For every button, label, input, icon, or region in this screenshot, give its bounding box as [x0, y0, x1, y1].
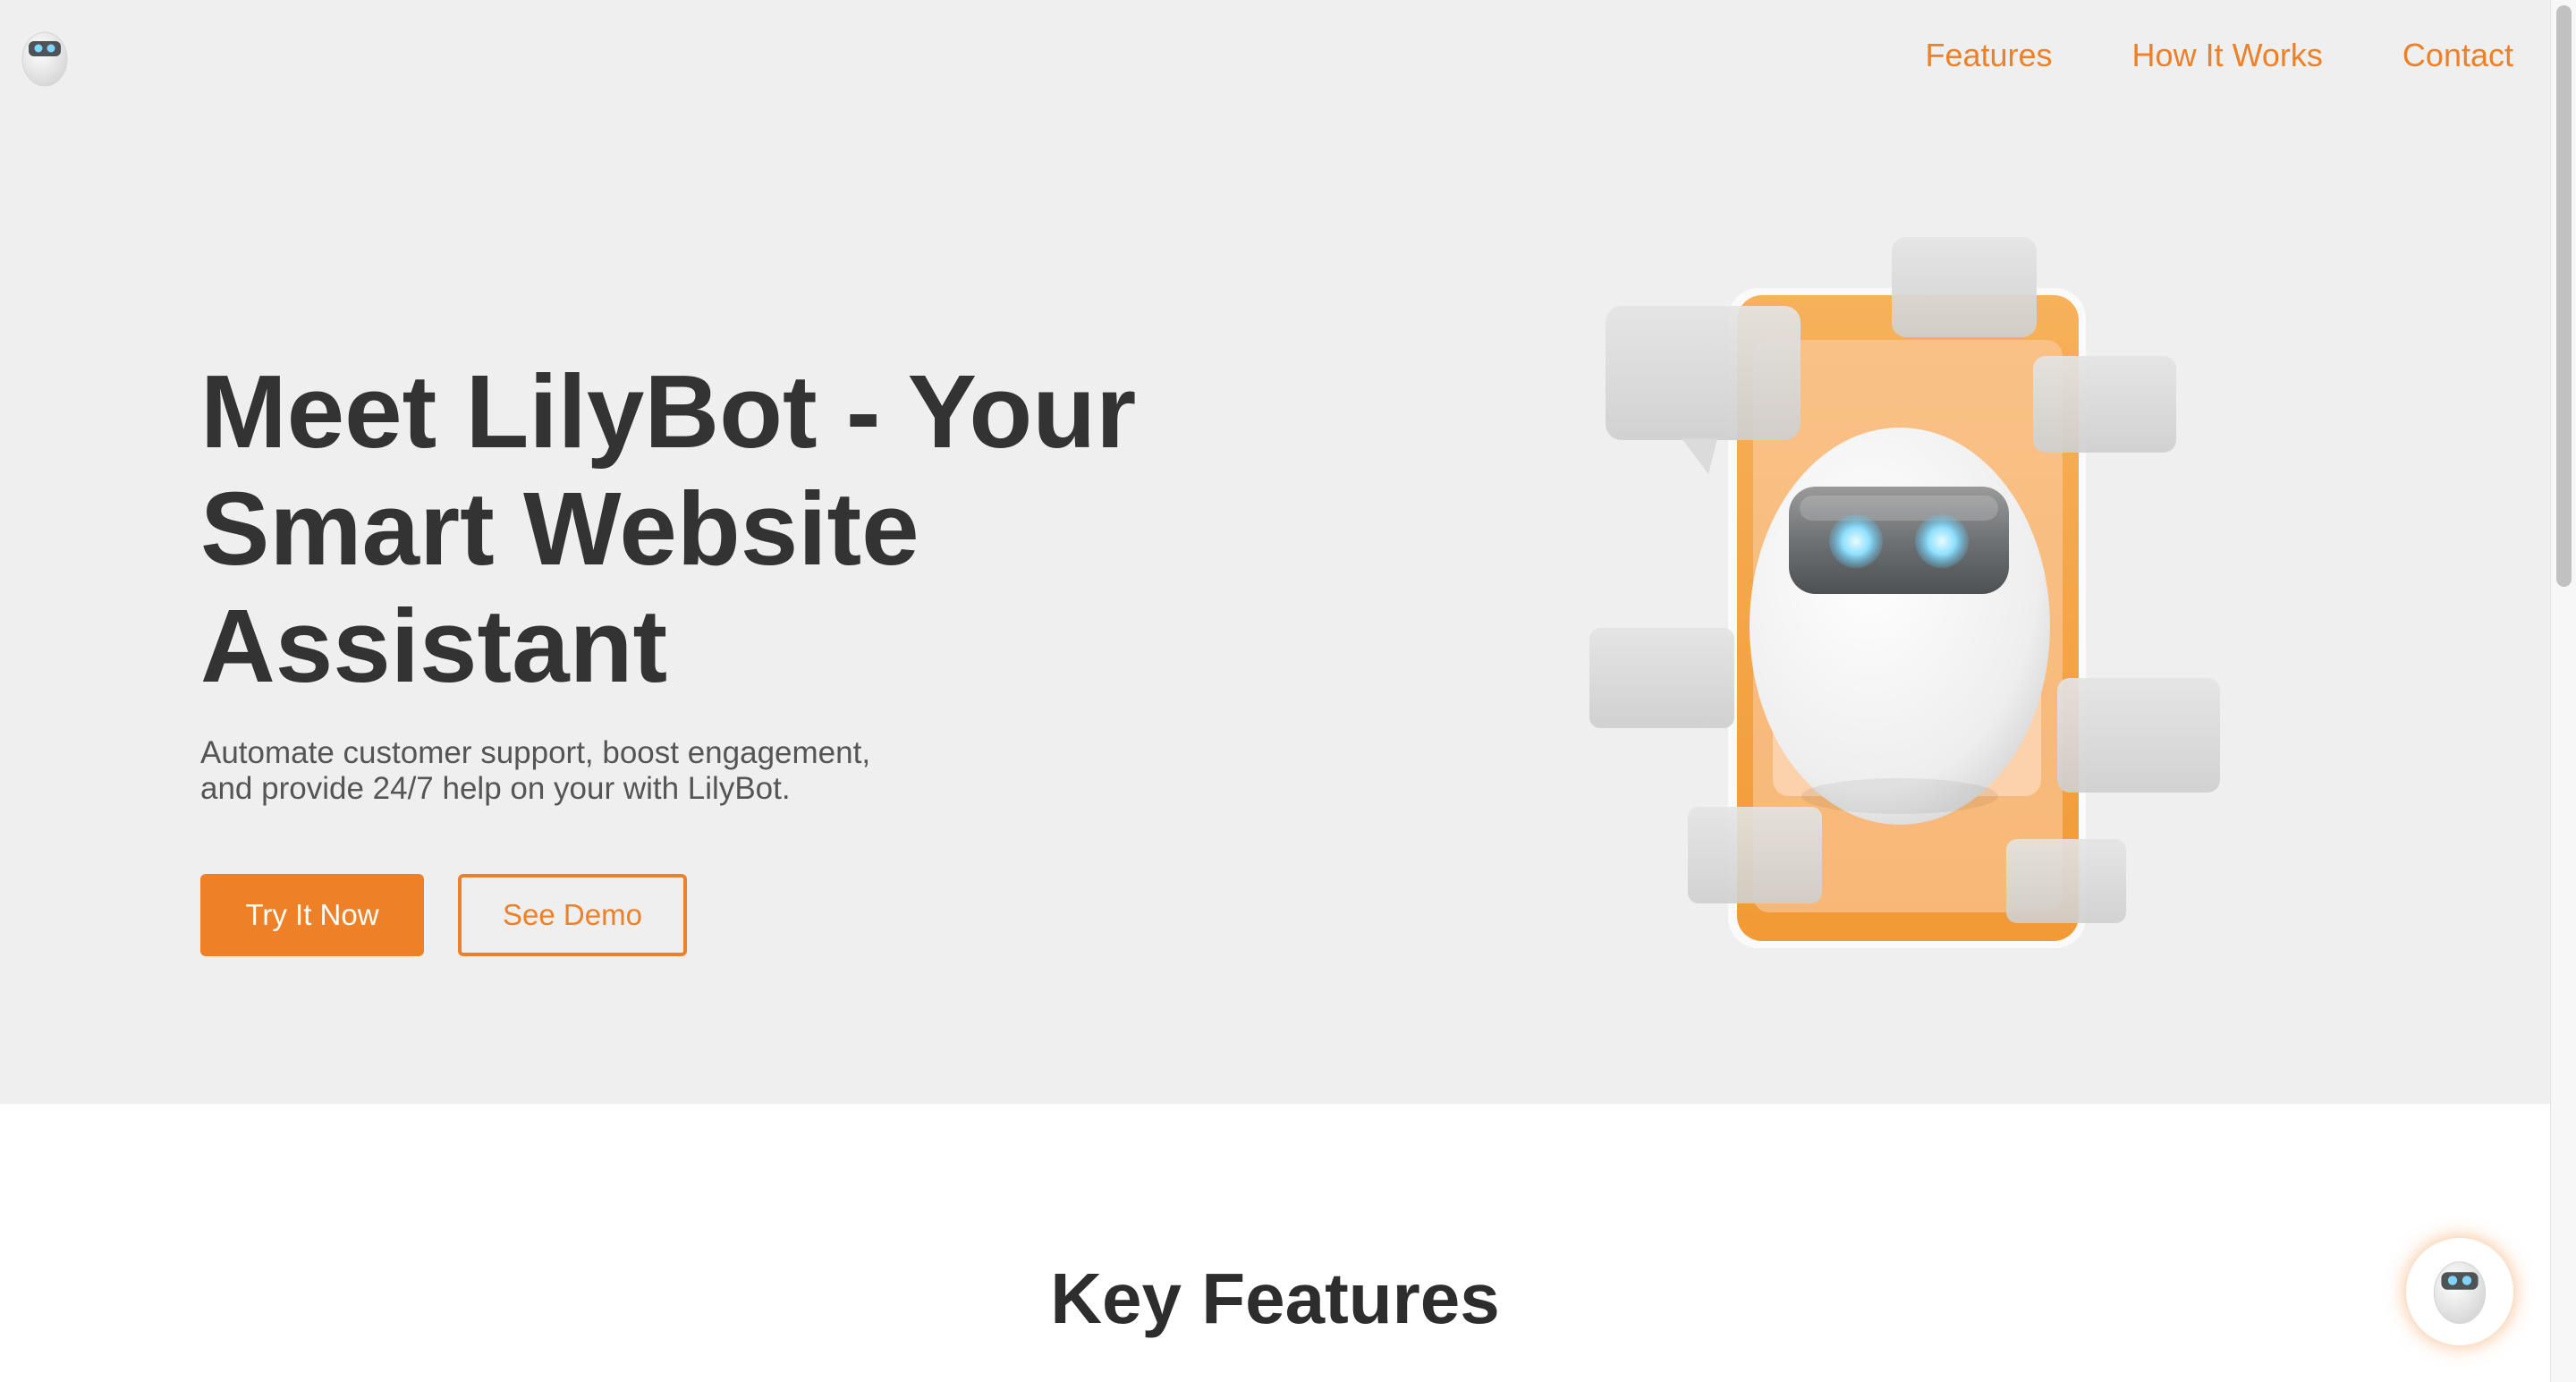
nav-link-contact[interactable]: Contact: [2402, 32, 2513, 79]
hero-section: Meet LilyBot - Your Smart Website Assist…: [0, 0, 2550, 1104]
page-scrollbar[interactable]: [2550, 0, 2576, 1382]
landing-page: Meet LilyBot - Your Smart Website Assist…: [0, 0, 2576, 1382]
main-nav: Features How It Works Contact: [1925, 32, 2513, 79]
robot-phone-illustration: [1589, 237, 2220, 948]
see-demo-button[interactable]: See Demo: [458, 874, 687, 956]
chat-widget-button[interactable]: [2406, 1238, 2513, 1345]
scrollbar-thumb[interactable]: [2556, 5, 2572, 587]
features-title: Key Features: [1050, 1259, 1500, 1338]
features-section: Key Features: [0, 1104, 2550, 1382]
robot-head-icon[interactable]: [20, 29, 70, 88]
hero-subtitle: Automate customer support, boost engagem…: [200, 735, 871, 806]
try-it-now-button[interactable]: Try It Now: [200, 874, 424, 956]
nav-link-features[interactable]: Features: [1925, 32, 2052, 79]
nav-link-how-it-works[interactable]: How It Works: [2132, 32, 2323, 79]
robot-head-icon: [2433, 1261, 2487, 1324]
site-header: Features How It Works Contact: [0, 0, 2550, 109]
hero-title: Meet LilyBot - Your Smart Website Assist…: [200, 353, 1137, 704]
